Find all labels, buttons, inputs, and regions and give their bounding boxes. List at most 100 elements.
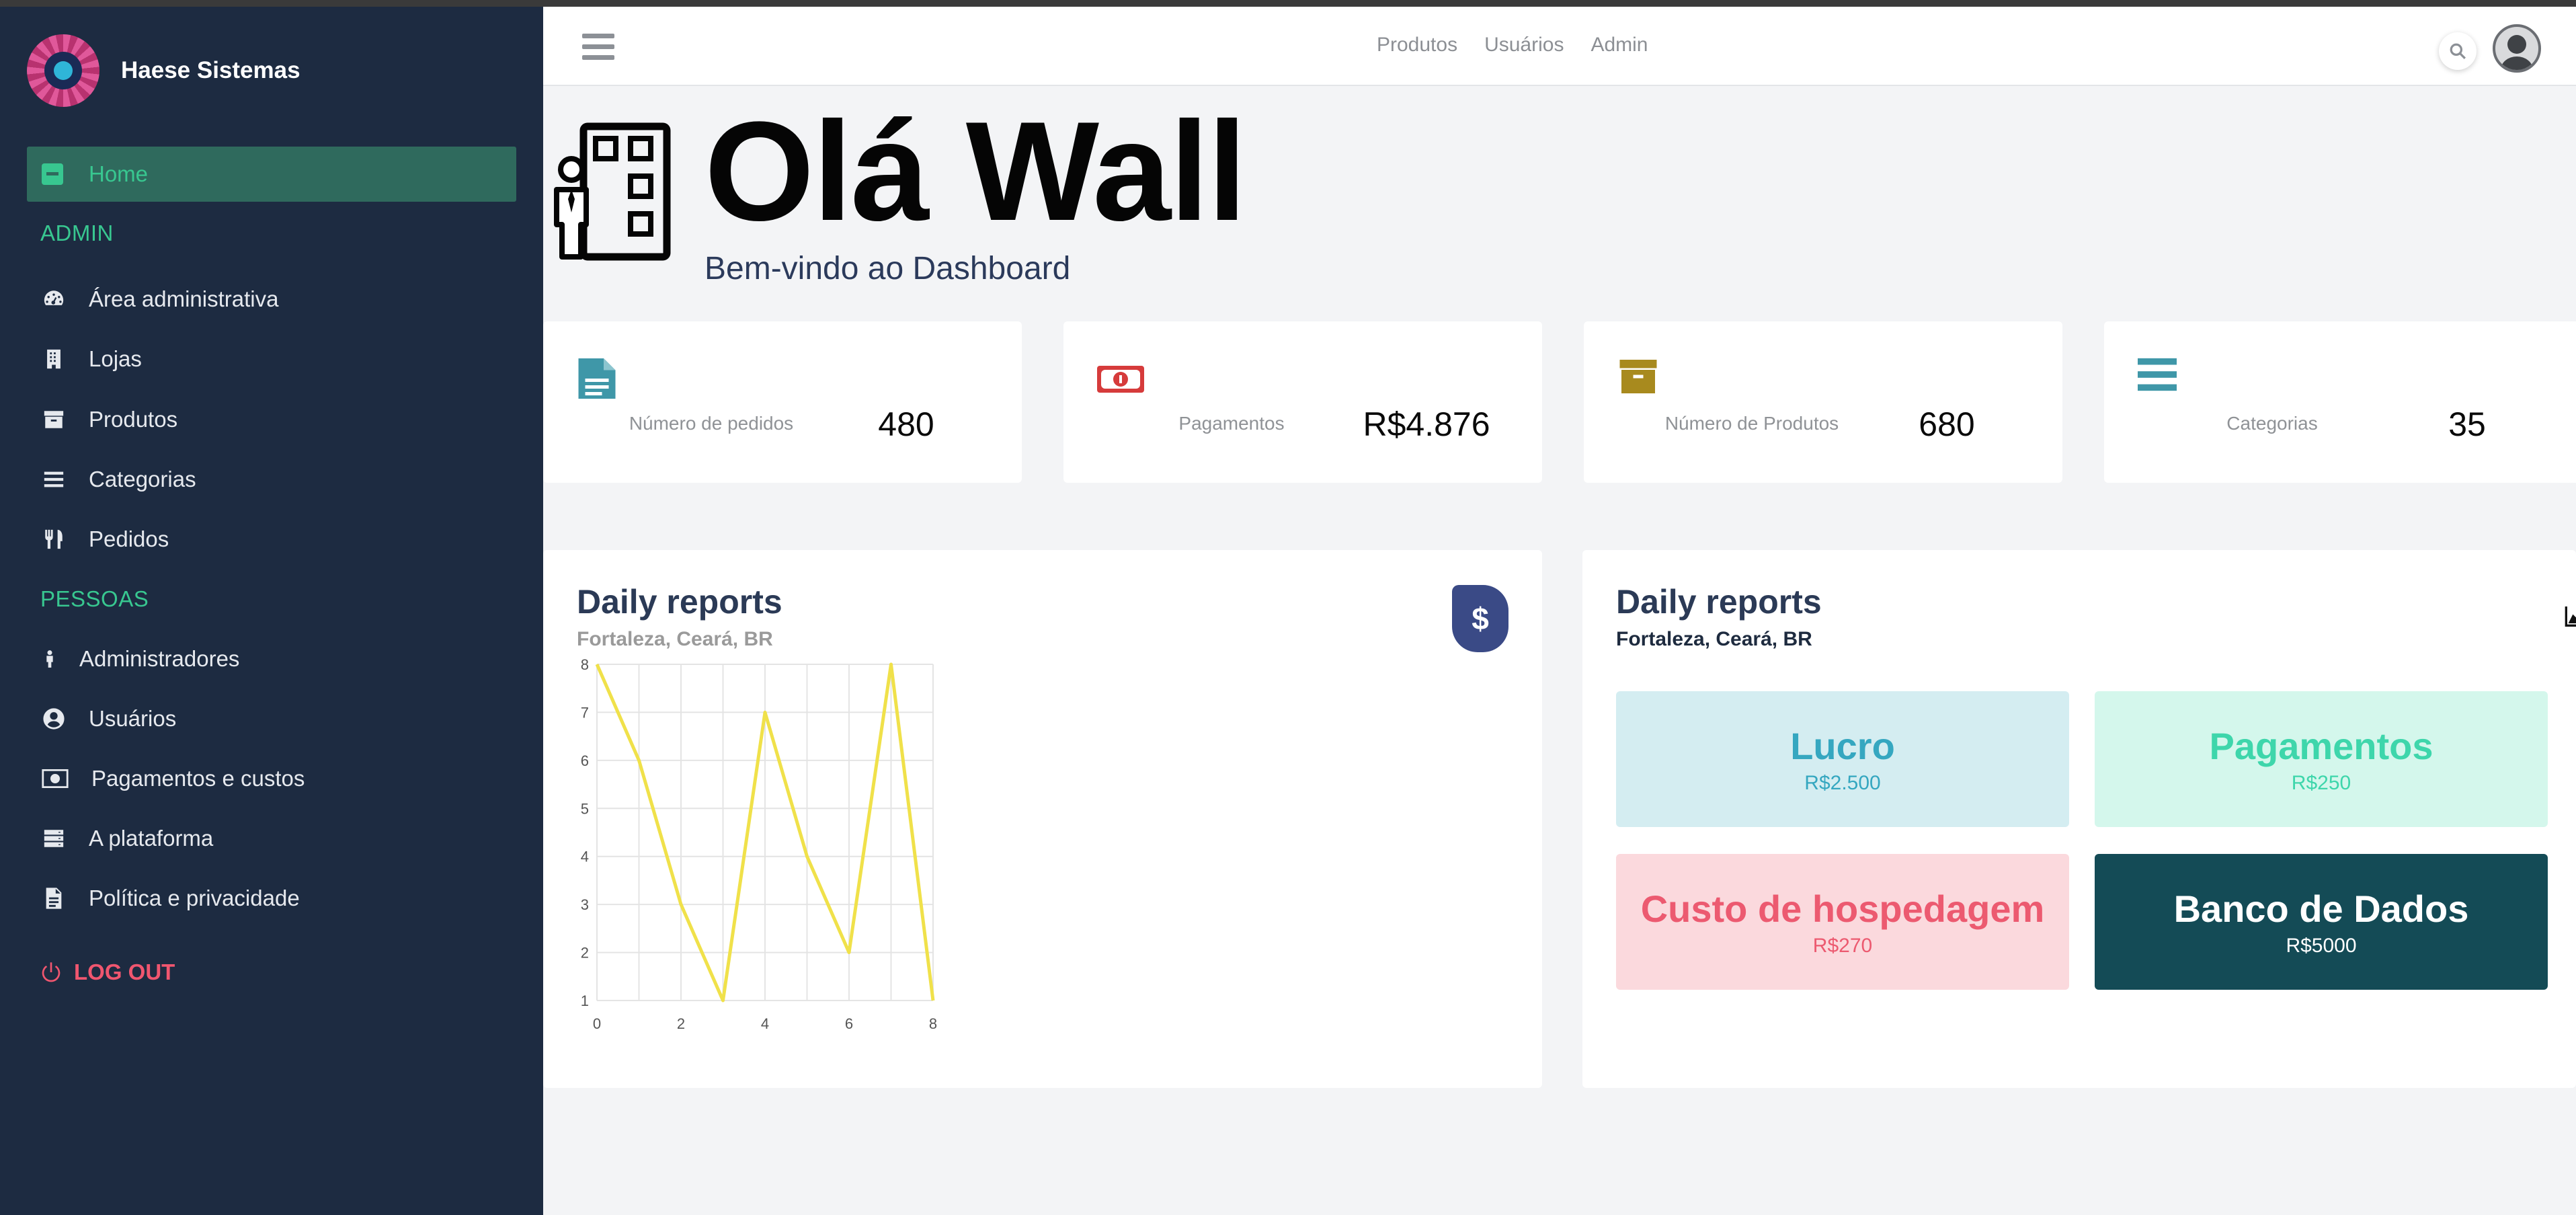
search-icon bbox=[2450, 43, 2466, 59]
sidebar-item-pagamentos-custos[interactable]: Pagamentos e custos bbox=[40, 758, 305, 799]
logout-label: LOG OUT bbox=[74, 959, 175, 984]
dollar-badge-icon: $ bbox=[1452, 585, 1508, 652]
avatar[interactable] bbox=[2493, 24, 2541, 73]
daily-reports-summary-card: Daily reports Fortaleza, Ceará, BR Lucro… bbox=[1582, 550, 2576, 1088]
brand[interactable]: Haese Sistemas bbox=[27, 34, 300, 108]
tile-value: R$5000 bbox=[2286, 934, 2357, 957]
sidebar: Haese Sistemas Home ADMIN Área administr… bbox=[0, 7, 543, 1215]
sidebar-item-label: A plataforma bbox=[89, 826, 214, 851]
search-button[interactable] bbox=[2439, 32, 2477, 70]
utensils-icon bbox=[40, 526, 67, 553]
tile-lucro[interactable]: Lucro R$2.500 bbox=[1616, 691, 2069, 827]
sidebar-item-label: Área administrativa bbox=[89, 286, 279, 311]
stat-value: 480 bbox=[878, 405, 934, 443]
report-title: Daily reports bbox=[577, 583, 782, 621]
sidebar-item-lojas[interactable]: Lojas bbox=[40, 339, 142, 379]
sidebar-section-admin: ADMIN bbox=[40, 221, 114, 245]
tile-custo-hospedagem[interactable]: Custo de hospedagem R$270 bbox=[1616, 854, 2069, 990]
tile-title: Pagamentos bbox=[2209, 724, 2433, 767]
report-title: Daily reports bbox=[1616, 583, 1822, 621]
tile-title: Banco de Dados bbox=[2173, 887, 2469, 930]
tile-value: R$270 bbox=[1812, 934, 1873, 957]
tile-title: Custo de hospedagem bbox=[1640, 887, 2045, 930]
top-nav-admin[interactable]: Admin bbox=[1591, 34, 1648, 56]
y-tick-label: 3 bbox=[581, 896, 589, 913]
sidebar-item-categorias[interactable]: Categorias bbox=[40, 459, 196, 500]
building-icon bbox=[40, 346, 67, 373]
money-icon bbox=[40, 765, 70, 792]
x-tick-label: 8 bbox=[929, 1015, 937, 1032]
sidebar-item-label: Usuários bbox=[89, 706, 177, 731]
power-icon bbox=[42, 962, 61, 982]
sidebar-item-label: Home bbox=[89, 161, 149, 186]
x-tick-label: 0 bbox=[593, 1015, 601, 1032]
daily-line-chart: 1 2 3 4 5 6 7 8 0 2 4 6 8 bbox=[581, 656, 937, 1032]
sidebar-item-a-plataforma[interactable]: A plataforma bbox=[40, 818, 213, 859]
x-tick-label: 2 bbox=[677, 1015, 685, 1032]
stat-card-pedidos: Número de pedidos 480 bbox=[543, 321, 1022, 483]
page-subtitle: Bem-vindo ao Dashboard bbox=[705, 251, 1071, 286]
area-chart-icon[interactable] bbox=[2564, 605, 2576, 628]
logout-button[interactable]: LOG OUT bbox=[40, 952, 175, 992]
user-circle-icon bbox=[40, 705, 67, 732]
stat-card-pagamentos: Pagamentos R$4.876 bbox=[1063, 321, 1542, 483]
sidebar-item-label: Produtos bbox=[89, 407, 178, 432]
list-icon bbox=[40, 466, 67, 493]
report-subtitle: Fortaleza, Ceará, BR bbox=[577, 628, 773, 650]
document-icon bbox=[40, 885, 67, 912]
stat-value: 35 bbox=[2448, 405, 2486, 443]
sidebar-item-label: Pedidos bbox=[89, 526, 169, 551]
dashboard-icon bbox=[40, 286, 67, 313]
tile-banco-de-dados[interactable]: Banco de Dados R$5000 bbox=[2095, 854, 2548, 990]
stat-label: Pagamentos bbox=[1178, 413, 1285, 434]
x-tick-label: 6 bbox=[845, 1015, 853, 1032]
tile-pagamentos[interactable]: Pagamentos R$250 bbox=[2095, 691, 2548, 827]
person-icon bbox=[40, 645, 59, 672]
sidebar-item-label: Pagamentos e custos bbox=[91, 766, 305, 791]
stat-label: Número de pedidos bbox=[629, 413, 794, 434]
sidebar-item-area-administrativa[interactable]: Área administrativa bbox=[40, 279, 278, 319]
y-tick-label: 1 bbox=[581, 992, 589, 1009]
sidebar-item-produtos[interactable]: Produtos bbox=[40, 399, 177, 440]
sidebar-item-label: Administradores bbox=[79, 646, 240, 671]
top-nav: Produtos Usuários Admin bbox=[1377, 34, 1648, 56]
y-tick-label: 6 bbox=[581, 752, 589, 769]
daily-reports-chart-card: Daily reports Fortaleza, Ceará, BR $ 1 2 3… bbox=[543, 550, 1542, 1088]
x-tick-label: 4 bbox=[761, 1015, 769, 1032]
money-icon bbox=[1097, 366, 1144, 393]
sidebar-item-label: Categorias bbox=[89, 467, 196, 492]
y-tick-label: 8 bbox=[581, 656, 589, 673]
report-subtitle: Fortaleza, Ceará, BR bbox=[1616, 628, 1812, 650]
server-icon bbox=[40, 825, 67, 852]
stat-label: Número de Produtos bbox=[1664, 413, 1839, 434]
sidebar-item-usuarios[interactable]: Usuários bbox=[40, 699, 176, 739]
y-tick-label: 2 bbox=[581, 945, 589, 962]
tile-title: Lucro bbox=[1790, 724, 1895, 767]
sidebar-item-politica-privacidade[interactable]: Política e privacidade bbox=[40, 878, 300, 918]
sidebar-item-home[interactable]: Home bbox=[27, 147, 516, 202]
list-icon bbox=[2138, 358, 2177, 391]
top-nav-usuarios[interactable]: Usuários bbox=[1484, 34, 1564, 56]
tile-value: R$2.500 bbox=[1804, 771, 1881, 794]
stat-label: Categorias bbox=[2226, 413, 2318, 434]
brand-name: Haese Sistemas bbox=[121, 57, 300, 83]
sidebar-item-administradores[interactable]: Administradores bbox=[40, 639, 239, 679]
page-title: Olá Wall bbox=[705, 92, 1247, 250]
sidebar-item-pedidos[interactable]: Pedidos bbox=[40, 519, 169, 559]
window-top-strip bbox=[0, 0, 2576, 7]
y-tick-label: 5 bbox=[581, 800, 589, 817]
stat-value: R$4.876 bbox=[1363, 405, 1490, 443]
y-tick-label: 7 bbox=[581, 704, 589, 721]
stat-value: 680 bbox=[1919, 405, 1975, 443]
top-nav-produtos[interactable]: Produtos bbox=[1377, 34, 1457, 56]
home-minus-icon bbox=[42, 163, 63, 185]
sidebar-item-label: Política e privacidade bbox=[89, 886, 300, 910]
stat-card-produtos: Número de Produtos 680 bbox=[1584, 321, 2062, 483]
y-tick-label: 4 bbox=[581, 849, 589, 865]
hamburger-menu-icon[interactable] bbox=[582, 34, 614, 61]
office-building-person-icon bbox=[554, 122, 671, 261]
archive-icon bbox=[40, 406, 67, 433]
sidebar-section-pessoas: PESSOAS bbox=[40, 586, 149, 611]
tile-value: R$250 bbox=[2291, 771, 2351, 794]
sidebar-item-label: Lojas bbox=[89, 346, 142, 371]
